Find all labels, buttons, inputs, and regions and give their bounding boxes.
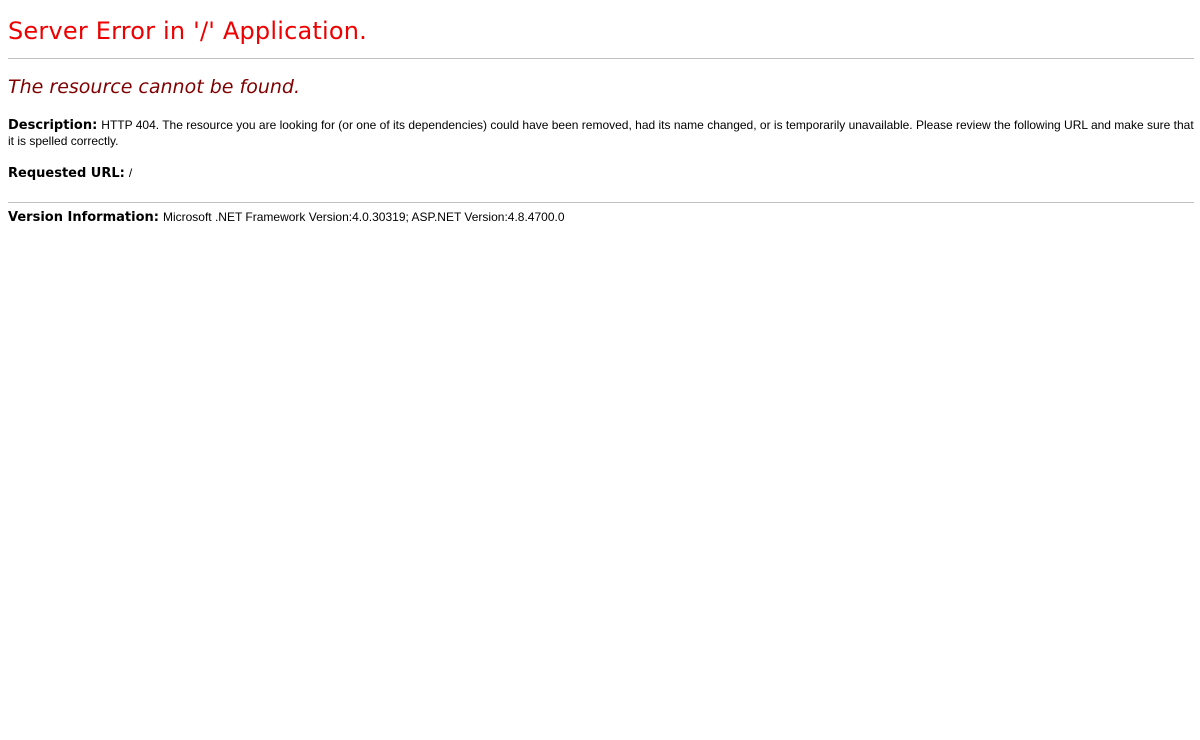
version-info-label: Version Information: xyxy=(8,210,159,225)
page-title: Server Error in '/' Application. xyxy=(8,17,368,45)
version-info-value: Microsoft .NET Framework Version:4.0.303… xyxy=(162,210,565,224)
description-text: HTTP 404. The resource you are looking f… xyxy=(8,118,1194,148)
description-block: Description: HTTP 404. The resource you … xyxy=(8,117,1194,149)
error-page: Server Error in '/' Application. The res… xyxy=(0,16,1200,226)
version-info-block: Version Information: Microsoft .NET Fram… xyxy=(8,209,1194,226)
version-divider xyxy=(8,202,1194,203)
error-subtitle: The resource cannot be found. xyxy=(8,76,301,98)
requested-url-value: / xyxy=(128,166,133,180)
description-label: Description: xyxy=(8,118,98,133)
title-divider xyxy=(8,58,1194,59)
requested-url-label: Requested URL: xyxy=(8,166,125,181)
requested-url-block: Requested URL: / xyxy=(8,164,1194,183)
